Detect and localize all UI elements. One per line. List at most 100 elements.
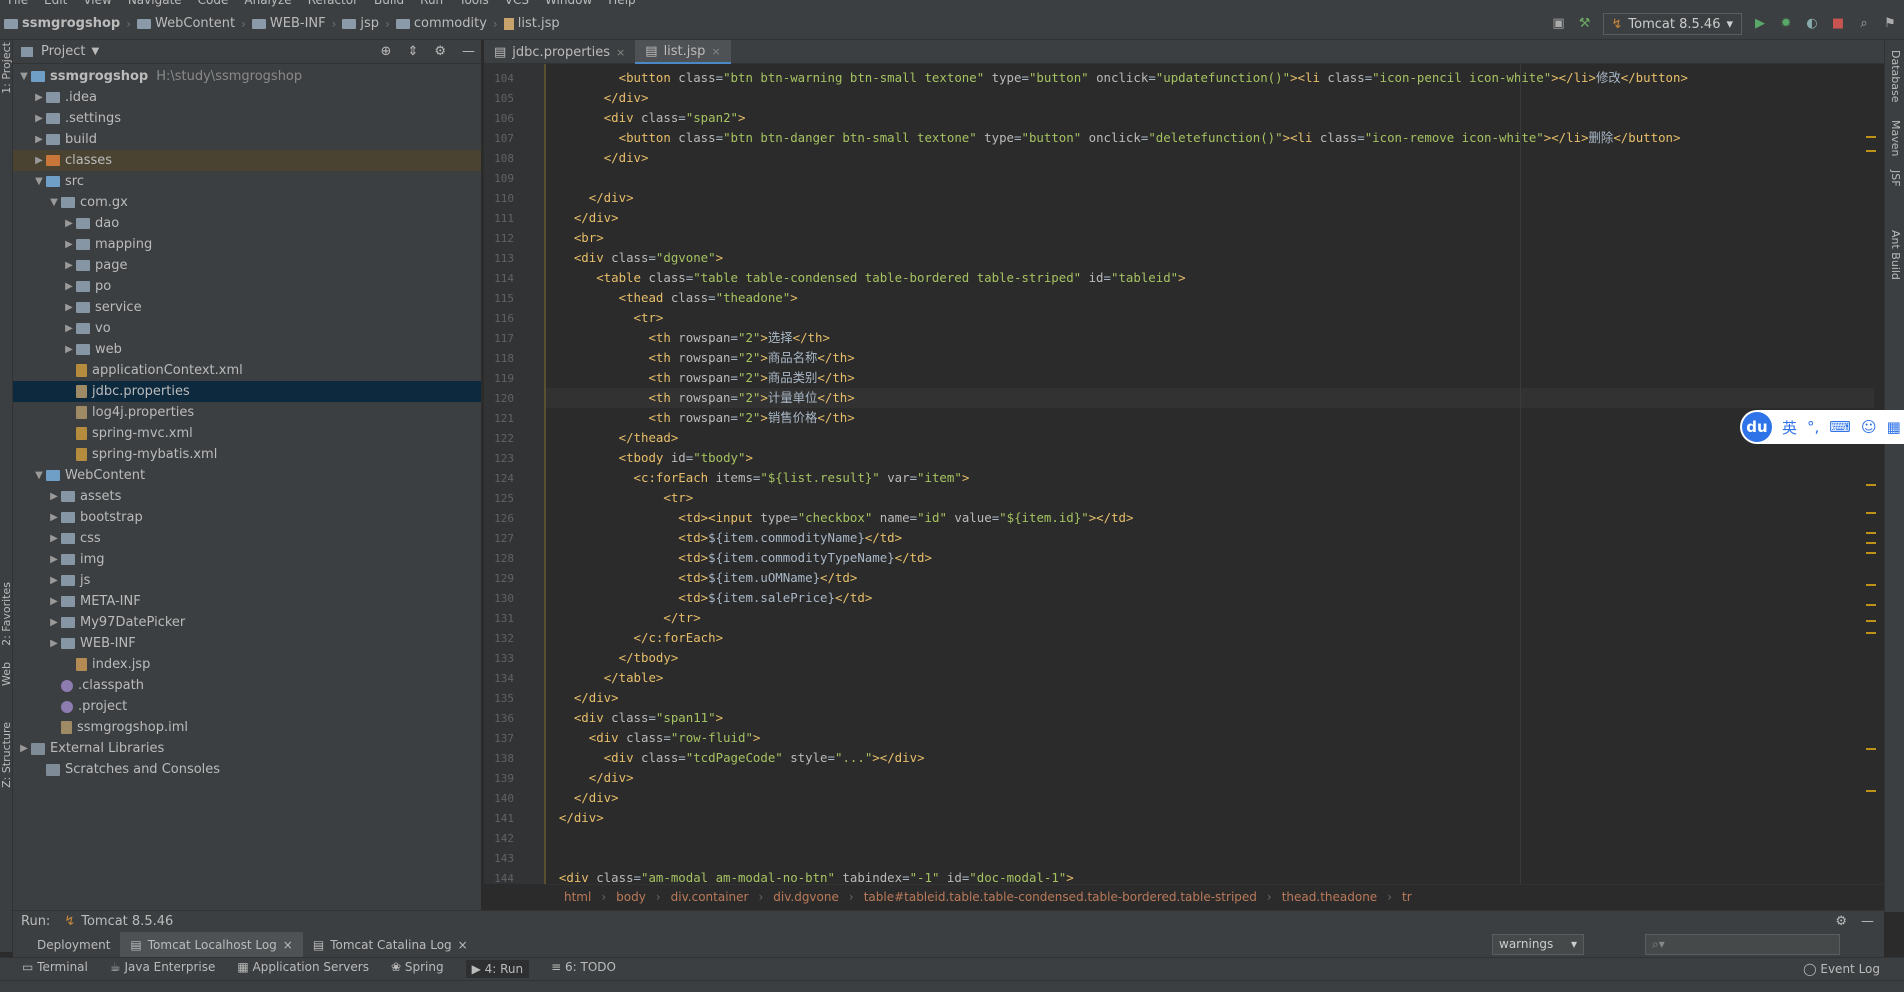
code-line[interactable]: <tr> <box>544 488 693 508</box>
close-icon[interactable]: × <box>283 938 293 952</box>
code-line[interactable]: </div> <box>544 688 619 708</box>
left-tool-tab[interactable]: 1: Project <box>0 42 13 94</box>
tree-item[interactable]: log4j.properties <box>13 402 481 423</box>
code-line[interactable]: <div class="span2"> <box>544 108 746 128</box>
code-line[interactable]: <tr> <box>544 308 664 328</box>
code-line[interactable]: <td>${item.commodityName}</td> <box>544 528 902 548</box>
code-line[interactable]: <div class="tcdPageCode" style="..."></d… <box>544 748 925 768</box>
tree-item[interactable]: ▶ bootstrap <box>13 507 481 528</box>
menu-item[interactable]: Help <box>608 0 635 7</box>
tree-item[interactable]: ▶ External Libraries <box>13 738 481 759</box>
code-breadcrumb-item[interactable]: div.container <box>671 890 749 904</box>
tree-arrow-icon[interactable]: ▼ <box>17 66 31 87</box>
locate-icon[interactable]: ⊕ <box>381 44 392 59</box>
tree-item[interactable]: ▶ META-INF <box>13 591 481 612</box>
menu-item[interactable]: Navigate <box>128 0 182 7</box>
tree-item[interactable]: jdbc.properties <box>13 381 481 402</box>
left-tool-tab[interactable]: 2: Favorites <box>0 582 13 646</box>
run-tab[interactable]: ▤ Tomcat Localhost Log × <box>120 932 303 957</box>
run-tab[interactable]: Deployment <box>27 932 120 957</box>
bottom-tool-button[interactable]: ❀ Spring <box>391 960 444 978</box>
code-line[interactable]: <button class="btn btn-danger btn-small … <box>544 128 1681 148</box>
tree-item[interactable]: ▼ src <box>13 171 481 192</box>
code-breadcrumb-item[interactable]: table#tableid.table.table-condensed.tabl… <box>864 890 1257 904</box>
tree-arrow-icon[interactable]: ▶ <box>62 276 76 297</box>
tree-arrow-icon[interactable]: ▼ <box>32 171 46 192</box>
tree-arrow-icon[interactable]: ▶ <box>62 234 76 255</box>
close-icon[interactable]: × <box>616 46 625 59</box>
code-line[interactable]: <th rowspan="2">选择</th> <box>544 328 830 348</box>
code-line[interactable]: </div> <box>544 768 634 788</box>
tree-item[interactable]: applicationContext.xml <box>13 360 481 381</box>
code-line[interactable]: <div class="dgvone"> <box>544 248 723 268</box>
tree-item[interactable]: ▶ My97DatePicker <box>13 612 481 633</box>
tree-item[interactable]: ▶ css <box>13 528 481 549</box>
code-line[interactable]: <td>${item.salePrice}</td> <box>544 588 872 608</box>
code-line[interactable]: </thead> <box>544 428 679 448</box>
tree-arrow-icon[interactable]: ▶ <box>47 612 61 633</box>
tree-arrow-icon[interactable]: ▶ <box>62 213 76 234</box>
code-breadcrumb-item[interactable]: div.dgvone <box>773 890 839 904</box>
editor-scrollbar[interactable] <box>1874 64 1884 884</box>
code-line[interactable]: <br> <box>544 228 604 248</box>
ime-mode[interactable]: 英 <box>1782 417 1797 438</box>
minimize-icon[interactable]: — <box>462 44 475 59</box>
warning-marker[interactable] <box>1866 632 1876 634</box>
tree-item[interactable]: ▼ ssmgrogshop H:\study\ssmgrogshop <box>13 66 481 87</box>
menu-item[interactable]: Edit <box>44 0 67 7</box>
breadcrumb-item[interactable]: jsp <box>342 16 379 31</box>
tree-arrow-icon[interactable]: ▶ <box>62 255 76 276</box>
editor-tab[interactable]: ▤ list.jsp × <box>635 40 731 64</box>
tree-item[interactable]: ▶ dao <box>13 213 481 234</box>
baidu-ime-icon[interactable]: du <box>1742 412 1772 442</box>
right-tool-tab[interactable]: Database <box>1889 50 1902 103</box>
menu-item[interactable]: Code <box>198 0 229 7</box>
breadcrumb-item[interactable]: list.jsp <box>503 16 560 31</box>
menu-item[interactable]: Analyze <box>244 0 291 7</box>
code-line[interactable]: <th rowspan="2">计量单位</th> <box>544 388 1884 408</box>
code-line[interactable]: </div> <box>544 808 604 828</box>
menu-item[interactable]: Build <box>374 0 404 7</box>
tree-arrow-icon[interactable]: ▶ <box>32 150 46 171</box>
code-line[interactable]: <button class="btn btn-warning btn-small… <box>544 68 1688 88</box>
debug-icon[interactable]: ✹ <box>1778 16 1794 32</box>
search-icon[interactable]: ⌕ <box>1856 16 1872 32</box>
warning-marker[interactable] <box>1866 532 1876 534</box>
tree-item[interactable]: ssmgrogshop.iml <box>13 717 481 738</box>
minimize-icon[interactable]: — <box>1861 914 1874 929</box>
code-line[interactable]: </div> <box>544 788 619 808</box>
tree-arrow-icon[interactable]: ▶ <box>32 108 46 129</box>
menu-item[interactable]: Window <box>545 0 592 7</box>
tree-item[interactable]: spring-mvc.xml <box>13 423 481 444</box>
code-breadcrumb-item[interactable]: thead.theadone <box>1282 890 1377 904</box>
menu-item[interactable]: View <box>83 0 111 7</box>
code-line[interactable]: <div class="span11"> <box>544 708 723 728</box>
tree-item[interactable]: .classpath <box>13 675 481 696</box>
tree-arrow-icon[interactable]: ▶ <box>62 339 76 360</box>
code-breadcrumb-item[interactable]: html <box>564 890 591 904</box>
tree-arrow-icon[interactable]: ▶ <box>47 486 61 507</box>
code-line[interactable]: </div> <box>544 88 649 108</box>
right-tool-tab[interactable]: JSF <box>1889 170 1902 187</box>
warning-marker[interactable] <box>1866 604 1876 606</box>
tree-arrow-icon[interactable]: ▼ <box>32 465 46 486</box>
tree-arrow-icon[interactable]: ▶ <box>47 633 61 654</box>
tree-arrow-icon[interactable]: ▶ <box>47 528 61 549</box>
code-line[interactable]: </tbody> <box>544 648 679 668</box>
stop-icon[interactable]: ■ <box>1830 16 1846 32</box>
menu-item[interactable]: Tools <box>459 0 489 7</box>
tree-item[interactable]: index.jsp <box>13 654 481 675</box>
ime-user-icon[interactable]: ☺ <box>1861 418 1877 436</box>
tree-item[interactable]: ▶ WEB-INF <box>13 633 481 654</box>
tree-item[interactable]: ▶ service <box>13 297 481 318</box>
menu-item[interactable]: Run <box>420 0 443 7</box>
run-tab[interactable]: ▤ Tomcat Catalina Log × <box>303 932 478 957</box>
run-config-select[interactable]: ↯ Tomcat 8.5.46 ▾ <box>1602 13 1742 35</box>
tree-arrow-icon[interactable]: ▶ <box>32 87 46 108</box>
left-tool-tab[interactable]: Z: Structure <box>0 722 13 788</box>
bottom-tool-button[interactable]: ▦ Application Servers <box>237 960 369 978</box>
left-tool-tab[interactable]: Web <box>0 662 13 686</box>
chevron-down-icon[interactable]: ▼ <box>91 46 99 57</box>
code-line[interactable]: <td>${item.commodityTypeName}</td> <box>544 548 932 568</box>
code-line[interactable]: </div> <box>544 148 649 168</box>
